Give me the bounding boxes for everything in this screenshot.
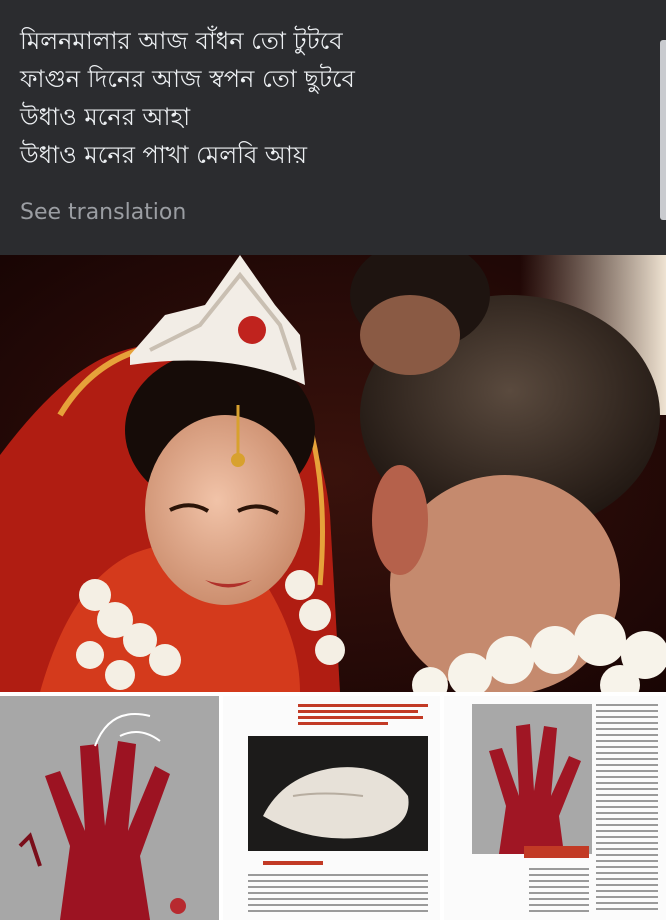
poem-line: উধাও মনের আহা <box>20 103 191 131</box>
poem: মিলনমালার আজ বাঁধন তো টুটবে ফাগুন দিনের … <box>20 22 355 174</box>
post: মিলনমালার আজ বাঁধন তো টুটবে ফাগুন দিনের … <box>0 0 666 920</box>
painted-red-hand-artwork[interactable] <box>0 696 219 920</box>
poem-line: উধাও মনের পাখা মেলবি আয় <box>20 141 308 169</box>
image-gallery <box>0 692 666 920</box>
scrollbar[interactable] <box>660 40 666 220</box>
magazine-page-red-hand[interactable] <box>444 696 666 920</box>
see-translation-link[interactable]: See translation <box>20 200 186 225</box>
post-caption: মিলনমালার আজ বাঁধন তো টুটবে ফাগুন দিনের … <box>0 0 666 255</box>
wedding-photo[interactable] <box>0 255 666 692</box>
poem-line: ফাগুন দিনের আজ স্বপন তো ছুটবে <box>20 65 355 93</box>
magazine-page-sculpture[interactable] <box>223 696 440 920</box>
poem-line: মিলনমালার আজ বাঁধন তো টুটবে <box>20 27 343 55</box>
